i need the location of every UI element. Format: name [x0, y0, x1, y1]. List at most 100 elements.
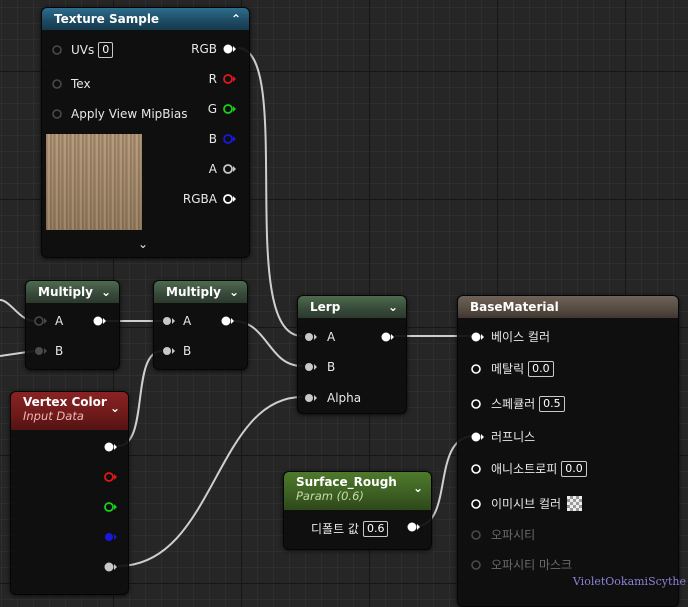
multiply-2-b-label: B — [183, 344, 192, 358]
rgba-output-pin[interactable] — [222, 193, 240, 205]
multiply-node-1[interactable]: Multiply ⌄ A B — [25, 280, 120, 370]
node-title: Multiply — [38, 285, 93, 299]
multiply-2-header[interactable]: Multiply ⌄ — [154, 281, 247, 303]
chevron-down-icon[interactable]: ⌄ — [229, 281, 239, 303]
vertex-b-output-pin[interactable] — [103, 531, 121, 543]
base-material-header[interactable]: BaseMaterial — [458, 296, 678, 318]
anisotropy-label: 애니소트로피 — [491, 462, 558, 476]
rgba-output-label: RGBA — [182, 192, 217, 206]
specular-row: 스페큘러 0.5 — [491, 396, 565, 412]
rgb-output-pin[interactable] — [222, 43, 240, 55]
multiply-2-a-pin[interactable] — [161, 315, 179, 327]
chevron-down-icon[interactable]: ⌄ — [413, 472, 423, 504]
roughness-label: 러프니스 — [491, 430, 536, 444]
lerp-node[interactable]: Lerp ⌄ A B Alpha — [297, 295, 407, 414]
surface-rough-output-pin[interactable] — [406, 521, 424, 533]
multiply-1-header[interactable]: Multiply ⌄ — [26, 281, 119, 303]
r-output-pin[interactable] — [222, 73, 240, 85]
multiply-1-a-label: A — [55, 314, 64, 328]
multiply-2-a-label: A — [183, 314, 192, 328]
texture-sample-node[interactable]: Texture Sample ⌃ UVs 0 Tex Apply View Mip… — [41, 7, 250, 258]
multiply-node-2[interactable]: Multiply ⌄ A B — [153, 280, 248, 370]
lerp-alpha-label: Alpha — [327, 391, 362, 405]
collapse-icon[interactable]: ⌃ — [231, 8, 241, 30]
metallic-row: 메탈릭 0.0 — [491, 361, 554, 377]
rgb-output-label: RGB — [191, 42, 217, 56]
anisotropy-value[interactable]: 0.0 — [561, 461, 587, 477]
lerp-b-label: B — [327, 360, 336, 374]
uvs-input-pin[interactable] — [51, 44, 65, 56]
node-title: Multiply — [166, 285, 221, 299]
multiply-1-b-pin[interactable] — [33, 345, 51, 357]
base-color-pin[interactable] — [470, 331, 488, 343]
watermark-text: VioletOokamiScythe — [572, 575, 686, 588]
default-value-row: 디폴트 값 0.6 — [311, 521, 389, 537]
a-output-label: A — [208, 162, 217, 176]
chevron-down-icon[interactable]: ⌄ — [110, 392, 120, 424]
metallic-value[interactable]: 0.0 — [528, 361, 554, 377]
multiply-1-b-label: B — [55, 344, 64, 358]
multiply-1-a-pin[interactable] — [33, 315, 51, 327]
node-title: Texture Sample — [54, 12, 160, 26]
metallic-label: 메탈릭 — [491, 362, 525, 376]
base-material-node[interactable]: BaseMaterial 베이스 컬러 메탈릭 0.0 스페큘러 0.5 러프니스 … — [457, 295, 679, 607]
lerp-a-label: A — [327, 330, 336, 344]
metallic-pin[interactable] — [470, 363, 484, 375]
chevron-down-icon[interactable]: ⌄ — [101, 281, 111, 303]
lerp-b-pin[interactable] — [303, 361, 321, 373]
specular-label: 스페큘러 — [491, 397, 536, 411]
uvs-label: UVs — [71, 43, 95, 57]
vertex-rgb-output-pin[interactable] — [103, 441, 121, 453]
tex-label: Tex — [71, 77, 91, 91]
node-title: Lerp — [310, 300, 341, 314]
vertex-color-node[interactable]: Vertex Color Input Data ⌄ — [10, 391, 129, 595]
node-title: Surface_Rough — [296, 475, 397, 489]
b-output-label: B — [208, 132, 217, 146]
default-value-label: 디폴트 값 — [311, 522, 359, 536]
lerp-alpha-pin[interactable] — [303, 392, 321, 404]
multiply-2-output-pin[interactable] — [220, 315, 238, 327]
default-value-input[interactable]: 0.6 — [362, 521, 389, 537]
multiply-2-b-pin[interactable] — [161, 345, 179, 357]
surface-rough-header[interactable]: Surface_Rough Param (0.6) ⌄ — [284, 472, 431, 510]
opacity-mask-label: 오파시티 마스크 — [491, 558, 573, 572]
texture-preview-image — [46, 134, 142, 230]
uvs-value[interactable]: 0 — [98, 42, 114, 58]
uvs-row: UVs 0 — [71, 42, 114, 58]
emissive-label: 이미시브 컬러 — [491, 497, 562, 511]
wire-vertex-alpha-to-lerp-alpha — [117, 396, 303, 567]
b-output-pin[interactable] — [222, 133, 240, 145]
vertex-color-header[interactable]: Vertex Color Input Data ⌄ — [11, 392, 128, 430]
mipbias-label: Apply View MipBias — [71, 107, 188, 121]
mipbias-input-pin[interactable] — [51, 108, 65, 120]
lerp-a-pin[interactable] — [303, 331, 321, 343]
g-output-label: G — [207, 102, 217, 116]
r-output-label: R — [208, 72, 217, 86]
expand-chevron-down-icon[interactable]: ⌄ — [138, 236, 148, 252]
vertex-a-output-pin[interactable] — [103, 561, 121, 573]
node-title: BaseMaterial — [470, 300, 559, 314]
vertex-g-output-pin[interactable] — [103, 501, 121, 513]
g-output-pin[interactable] — [222, 103, 240, 115]
roughness-pin[interactable] — [470, 431, 488, 443]
color-swatch[interactable] — [567, 496, 583, 511]
emissive-row: 이미시브 컬러 — [491, 496, 583, 512]
opacity-mask-pin — [471, 560, 481, 570]
specular-value[interactable]: 0.5 — [539, 396, 565, 412]
anisotropy-pin[interactable] — [470, 463, 484, 475]
opacity-pin — [471, 530, 481, 540]
multiply-1-output-pin[interactable] — [92, 315, 110, 327]
vertex-r-output-pin[interactable] — [103, 471, 121, 483]
lerp-header[interactable]: Lerp ⌄ — [298, 296, 406, 318]
specular-pin[interactable] — [470, 398, 484, 410]
lerp-output-pin[interactable] — [380, 331, 398, 343]
node-subtitle: Param (0.6) — [296, 489, 364, 503]
surface-rough-node[interactable]: Surface_Rough Param (0.6) ⌄ 디폴트 값 0.6 — [283, 471, 432, 550]
tex-input-pin[interactable] — [51, 78, 65, 90]
chevron-down-icon[interactable]: ⌄ — [388, 296, 398, 318]
a-output-pin[interactable] — [222, 163, 240, 175]
emissive-color-pin[interactable] — [470, 498, 484, 510]
base-color-label: 베이스 컬러 — [491, 330, 551, 344]
anisotropy-row: 애니소트로피 0.0 — [491, 461, 587, 477]
texture-sample-header[interactable]: Texture Sample ⌃ — [42, 8, 249, 30]
